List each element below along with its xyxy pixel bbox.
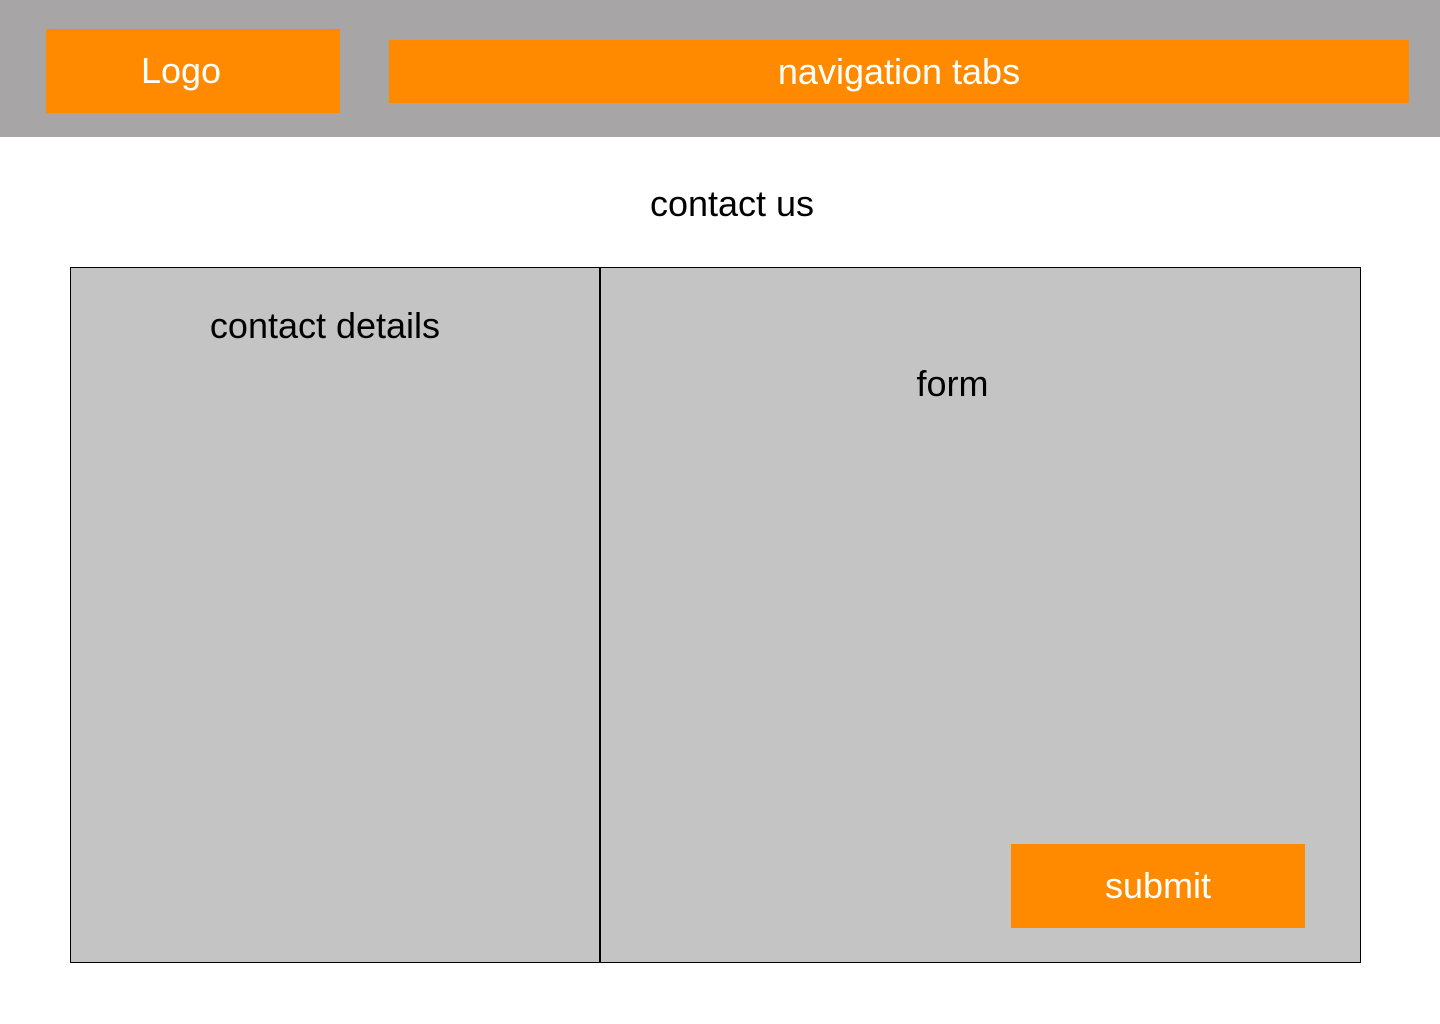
contact-form-panel: form submit bbox=[599, 267, 1361, 963]
contact-details-panel: contact details bbox=[70, 267, 601, 963]
header: Logo navigation tabs bbox=[0, 0, 1440, 137]
contact-details-title: contact details bbox=[209, 305, 441, 346]
navigation-tabs[interactable]: navigation tabs bbox=[389, 40, 1409, 103]
form-title: form bbox=[916, 363, 989, 404]
page-title: contact us bbox=[649, 183, 815, 224]
logo[interactable]: Logo bbox=[46, 29, 340, 113]
submit-button[interactable]: submit bbox=[1011, 844, 1305, 928]
